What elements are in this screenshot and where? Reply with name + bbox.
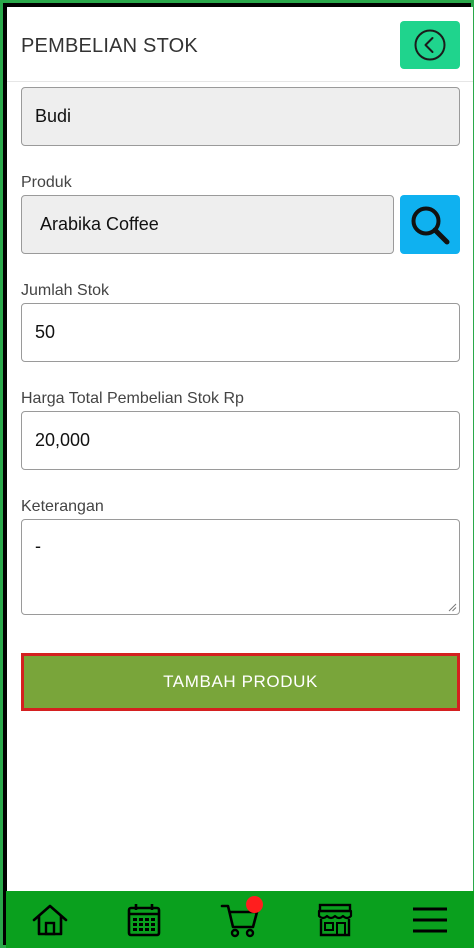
stock-qty-value: 50 (35, 322, 56, 342)
search-icon (411, 206, 450, 244)
product-search-button[interactable] (400, 195, 460, 254)
supplier-value: Budi (35, 106, 72, 126)
nav-calendar[interactable] (114, 891, 174, 948)
notes-label: Keterangan (21, 498, 104, 515)
page-header: PEMBELIAN STOK (7, 7, 473, 82)
back-button[interactable] (400, 21, 460, 69)
home-icon (32, 904, 68, 935)
product-label: Produk (21, 174, 72, 191)
total-price-label: Harga Total Pembelian Stok Rp (21, 390, 244, 407)
supplier-field[interactable]: Budi (21, 87, 460, 146)
calendar-icon (127, 903, 161, 936)
total-price-input[interactable]: 20,000 (21, 411, 460, 470)
cart-badge (246, 896, 263, 913)
stock-qty-label: Jumlah Stok (21, 282, 110, 299)
total-price-value: 20,000 (35, 430, 91, 450)
device-frame: PEMBELIAN STOK Budi Produk Arabika Coffe… (0, 0, 474, 948)
nav-store[interactable] (305, 891, 365, 948)
nav-home[interactable] (20, 891, 80, 948)
add-product-button[interactable]: TAMBAH PRODUK (21, 653, 460, 711)
nav-cart[interactable] (210, 891, 270, 948)
product-field[interactable]: Arabika Coffee (21, 195, 394, 254)
stock-qty-input[interactable]: 50 (21, 303, 460, 362)
notes-textarea[interactable]: - (21, 519, 460, 615)
menu-icon (413, 907, 447, 932)
bottom-nav (6, 891, 474, 948)
page-title: PEMBELIAN STOK (21, 35, 198, 57)
product-value: Arabika Coffee (40, 214, 159, 234)
add-product-button-label: TAMBAH PRODUK (163, 672, 318, 691)
notes-value: - (35, 536, 41, 556)
resize-grip-icon[interactable] (447, 602, 457, 612)
nav-menu[interactable] (400, 891, 460, 948)
chevron-left-circle-icon (414, 29, 446, 61)
store-icon (317, 903, 353, 936)
app-screen: PEMBELIAN STOK Budi Produk Arabika Coffe… (7, 7, 473, 891)
